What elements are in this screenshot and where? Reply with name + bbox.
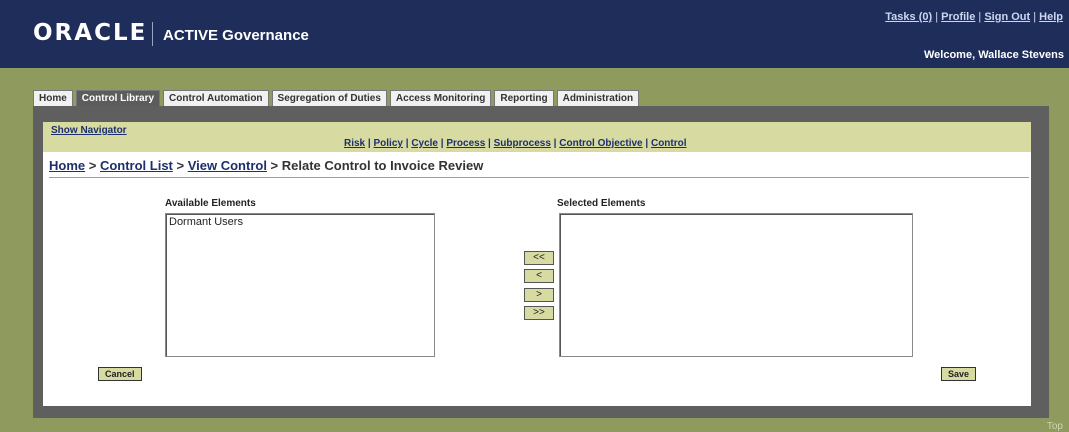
save-button[interactable]: Save — [941, 367, 977, 381]
risk-link[interactable]: Risk — [344, 138, 365, 149]
tab-control-automation[interactable]: Control Automation — [163, 90, 269, 106]
product-name: ACTIVE Governance — [163, 27, 309, 44]
process-link[interactable]: Process — [446, 138, 485, 149]
available-elements-label: Available Elements — [165, 198, 256, 209]
breadcrumb: Home > Control List > View Control > Rel… — [49, 158, 483, 173]
breadcrumb-separator: > — [172, 158, 188, 173]
oracle-logo: ORACLE — [33, 20, 148, 46]
sub-navigation-bar: Show Navigator Risk | Policy | Cycle | P… — [43, 122, 1031, 152]
breadcrumb-home[interactable]: Home — [49, 158, 85, 173]
profile-link[interactable]: Profile — [941, 11, 975, 23]
welcome-message: Welcome, Wallace Stevens — [923, 49, 1064, 61]
show-navigator-link[interactable]: Show Navigator — [51, 125, 127, 136]
move-all-left-button[interactable]: << — [524, 251, 554, 265]
policy-link[interactable]: Policy — [373, 138, 402, 149]
breadcrumb-view-control[interactable]: View Control — [188, 158, 267, 173]
available-elements-list[interactable]: Dormant Users — [165, 213, 435, 357]
breadcrumb-control-list[interactable]: Control List — [100, 158, 173, 173]
control-link[interactable]: Control — [651, 138, 687, 149]
tab-segregation-of-duties[interactable]: Segregation of Duties — [271, 90, 387, 106]
tasks-link[interactable]: Tasks (0) — [885, 11, 932, 23]
cycle-link[interactable]: Cycle — [411, 138, 438, 149]
page-title: Relate Control to Invoice Review — [281, 158, 484, 173]
tab-control-library[interactable]: Control Library — [75, 90, 161, 106]
control-objective-link[interactable]: Control Objective — [559, 138, 642, 149]
sign-out-link[interactable]: Sign Out — [984, 11, 1030, 23]
tab-home[interactable]: Home — [33, 90, 73, 106]
breadcrumb-divider — [49, 177, 1029, 178]
selected-elements-label: Selected Elements — [557, 198, 646, 209]
tab-administration[interactable]: Administration — [556, 90, 640, 106]
global-links: Tasks (0) | Profile | Sign Out | Help — [885, 11, 1063, 23]
logo-divider — [152, 22, 153, 46]
main-tabs: Home Control Library Control Automation … — [33, 90, 642, 106]
selected-elements-list[interactable] — [559, 213, 913, 357]
top-link[interactable]: Top — [1047, 421, 1063, 432]
help-link[interactable]: Help — [1039, 11, 1063, 23]
object-filter-links: Risk | Policy | Cycle | Process | Subpro… — [344, 138, 687, 149]
move-right-button[interactable]: > — [524, 288, 554, 302]
tab-access-monitoring[interactable]: Access Monitoring — [389, 90, 492, 106]
move-all-right-button[interactable]: >> — [524, 306, 554, 320]
tab-reporting[interactable]: Reporting — [494, 90, 554, 106]
subprocess-link[interactable]: Subprocess — [494, 138, 551, 149]
header-banner: ORACLE ACTIVE Governance Tasks (0) | Pro… — [0, 0, 1069, 68]
breadcrumb-separator: > — [85, 158, 100, 173]
content-area: Home > Control List > View Control > Rel… — [43, 152, 1031, 406]
cancel-button[interactable]: Cancel — [98, 367, 142, 381]
list-item[interactable]: Dormant Users — [166, 214, 434, 230]
move-left-button[interactable]: < — [524, 269, 554, 283]
breadcrumb-separator: > — [266, 158, 282, 173]
